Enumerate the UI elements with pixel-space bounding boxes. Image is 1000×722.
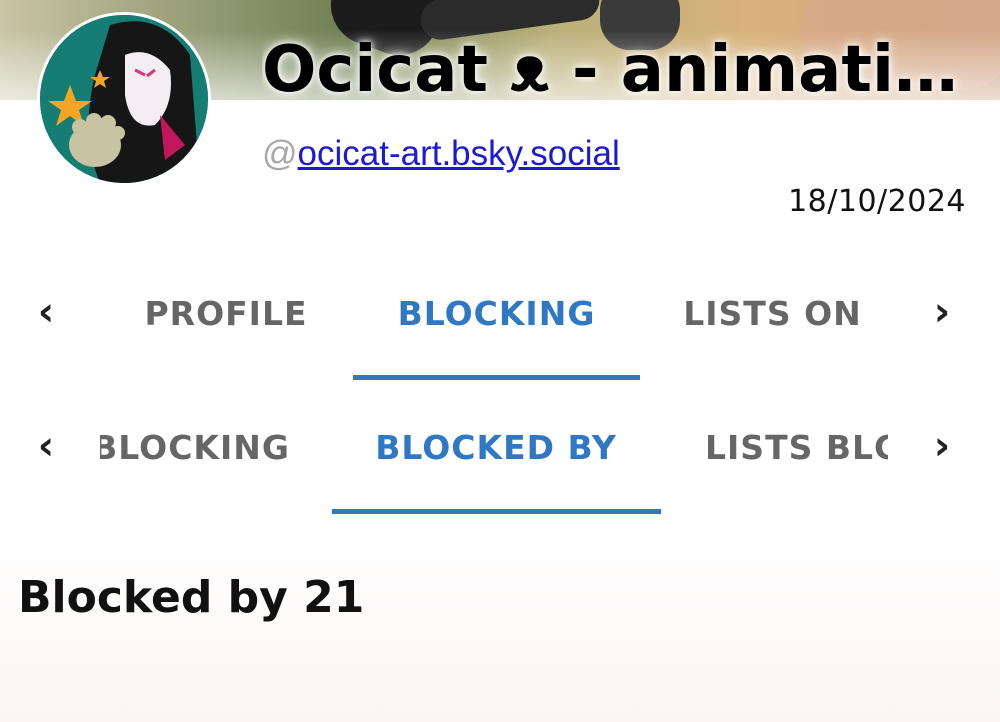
tab-blocking[interactable]: BLOCKING [355,292,638,336]
profile-handle: @ocicat-art.bsky.social [262,132,620,176]
tab-blocking-sub[interactable]: BLOCKING [100,426,290,470]
display-name: Ocicat ᴥ - animati… [262,33,958,107]
secondary-tab-bar: ‹ BLOCKING BLOCKED BY LISTS BLC › [0,392,1000,514]
tab-profile[interactable]: PROFILE [140,292,312,336]
chevron-right-icon[interactable]: › [922,426,962,466]
handle-link[interactable]: ocicat-art.bsky.social [298,134,620,173]
avatar[interactable] [37,12,211,186]
chevron-left-icon[interactable]: ‹ [26,426,66,466]
tab-lists-blocking[interactable]: LISTS BLC [705,426,888,470]
active-tab-indicator [332,509,661,514]
chevron-right-icon[interactable]: › [922,292,962,332]
tab-blocked-by[interactable]: BLOCKED BY [335,426,657,470]
section-title: Blocked by 21 [18,572,365,623]
primary-tab-bar: ‹ PROFILE BLOCKING LISTS ON › [0,258,1000,380]
profile-date: 18/10/2024 [788,184,966,219]
handle-prefix: @ [262,134,298,173]
active-tab-indicator [353,375,640,380]
tab-lists-on[interactable]: LISTS ON [680,292,865,336]
chevron-left-icon[interactable]: ‹ [26,292,66,332]
